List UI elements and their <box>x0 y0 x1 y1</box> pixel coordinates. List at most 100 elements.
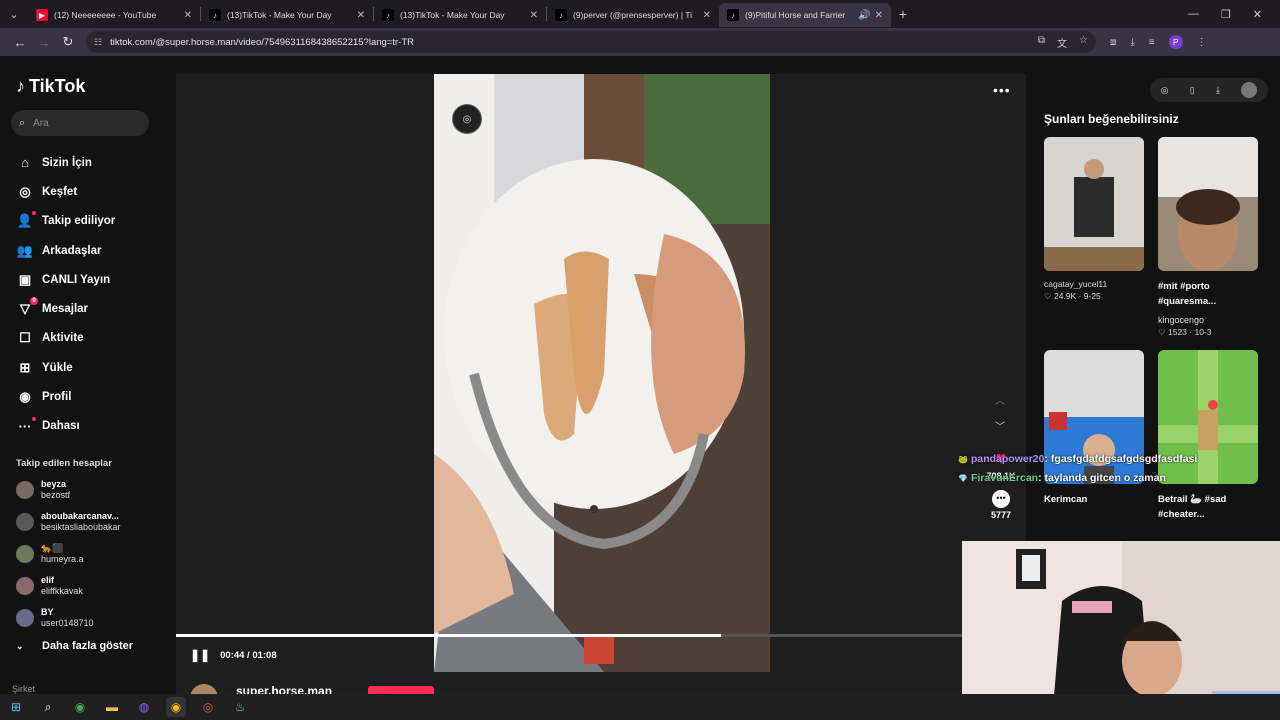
phone-icon[interactable]: ▯ <box>1190 85 1195 96</box>
close-icon[interactable]: ✕ <box>357 10 365 21</box>
following-item[interactable]: aboubakarcanav... besiktasliaboubakar <box>16 506 161 538</box>
author-name[interactable]: super.horse.man <box>236 684 332 694</box>
more-options-icon[interactable]: ••• <box>993 82 1011 98</box>
close-icon[interactable]: ✕ <box>530 10 538 21</box>
tab-title: (9)Pitiful Horse and Farrier <box>745 10 846 20</box>
close-icon[interactable]: ✕ <box>703 10 711 21</box>
recommended-video-card[interactable]: cagatay_yucel11 ♡ 24.9K · 9-25 <box>1044 137 1144 302</box>
account-name: beyza <box>41 479 67 489</box>
company-link[interactable]: Şirket <box>12 684 35 694</box>
chat-text: fgasfgdafdgsafgdsgdfasdfasi <box>1050 453 1198 465</box>
download-icon[interactable]: ⤓ <box>1130 37 1134 48</box>
tab-title: (13)TikTok - Make Your Day <box>227 10 332 20</box>
sidebar-item-upload[interactable]: ⊞ Yükle <box>16 353 161 382</box>
forward-icon[interactable]: → <box>32 35 56 50</box>
new-tab-button[interactable]: + <box>891 6 915 22</box>
nav-label: Arkadaşlar <box>42 244 102 257</box>
comment-button[interactable]: ••• 5777 <box>984 490 1018 520</box>
close-icon[interactable]: ✕ <box>875 10 883 21</box>
search-icon[interactable]: ⌕ <box>38 697 58 717</box>
follow-button[interactable] <box>368 686 435 694</box>
chat-username: pandapower20 <box>970 453 1045 465</box>
following-list: beyza bezostf aboubakarcanav... besiktasli… <box>16 474 161 634</box>
account-name: BY <box>41 607 54 617</box>
pause-icon[interactable]: ❚❚ <box>190 648 210 662</box>
file-explorer-icon[interactable]: ▬ <box>102 697 122 717</box>
avatar <box>16 545 34 563</box>
browser-tab[interactable]: ♪ (13)TikTok - Make Your Day ✕ <box>374 3 546 27</box>
bookmark-star-icon[interactable]: ☆ <box>1079 35 1088 50</box>
cast-icon[interactable]: ⧉ <box>1038 35 1045 50</box>
restore-icon[interactable]: ❐ <box>1221 8 1231 21</box>
video-progress-bar[interactable] <box>176 634 966 637</box>
chrome-active-icon[interactable]: ◉ <box>166 697 186 717</box>
show-more-button[interactable]: ⌄ Daha fazla göster <box>16 640 133 652</box>
emote-icon: 🐸 <box>958 455 968 464</box>
back-icon[interactable]: ← <box>8 35 32 50</box>
sidebar-item-messages[interactable]: ▽ 9 Mesajlar <box>16 294 161 323</box>
discord-icon[interactable]: ◍ <box>134 697 154 717</box>
tab-title: (9)perver (@prensesperver) | Ti <box>573 10 693 20</box>
sidebar-item-profile[interactable]: ◉ Profil <box>16 382 161 411</box>
download-icon[interactable]: ⤓ <box>1216 85 1220 96</box>
following-item[interactable]: elif eliffkkavak <box>16 570 161 602</box>
more-icon: ··· <box>16 416 36 434</box>
sidebar-item-following[interactable]: 👤 Takip ediliyor <box>16 207 161 236</box>
account-name: elif <box>41 575 55 585</box>
following-accounts-title: Takip edilen hesaplar <box>16 458 112 469</box>
recommended-video-card[interactable]: Betrail 🦢 #sad #cheater... <box>1158 350 1258 522</box>
browser-tab[interactable]: ♪ (13)TikTok - Make Your Day ✕ <box>201 3 373 27</box>
video-content[interactable] <box>434 74 770 672</box>
minimize-icon[interactable]: — <box>1188 8 1199 21</box>
steam-icon[interactable]: ♨ <box>230 697 250 717</box>
author-avatar[interactable] <box>190 684 218 694</box>
user-avatar[interactable] <box>1241 82 1258 98</box>
recommended-video-card[interactable]: #mit #porto #quaresma... kingocengo ♡ 15… <box>1158 137 1258 338</box>
account-name: aboubakarcanav... <box>41 511 119 521</box>
card-stats: ♡ 1523 · 10-3 <box>1158 327 1212 337</box>
profile-avatar[interactable]: P <box>1168 35 1183 49</box>
card-caption: Kerimcan <box>1044 494 1088 505</box>
activity-icon: ☐ <box>19 330 31 346</box>
sidebar-item-for-you[interactable]: ⌂ Sizin İçin <box>16 148 161 177</box>
site-info-icon[interactable]: ☷ <box>94 37 102 48</box>
compass-icon[interactable]: ◎ <box>1161 85 1169 96</box>
windows-taskbar: ⊞ ⌕ ◉ ▬ ◍ ◉ ◎ ♨ <box>0 694 1280 720</box>
following-item[interactable]: beyza bezostf <box>16 474 161 506</box>
reload-icon[interactable]: ↻ <box>56 34 80 50</box>
tiktok-icon: ♪ <box>209 9 221 21</box>
browser-tab[interactable]: ▶ (12) Neeeeeeee - YouTube ✕ <box>28 3 200 27</box>
extensions-icon[interactable]: ⧈ <box>1110 37 1116 48</box>
speaker-icon[interactable]: 🔊 <box>858 10 870 21</box>
following-item[interactable]: BY user0148710 <box>16 602 161 634</box>
sidebar-item-more[interactable]: ··· Dahası <box>16 412 161 441</box>
sidebar-item-explore[interactable]: ◎ Keşfet <box>16 177 161 206</box>
media-icon[interactable]: ≡ <box>1149 37 1155 48</box>
sidebar-item-activity[interactable]: ☐ Aktivite <box>16 324 161 353</box>
close-window-icon[interactable]: ✕ <box>1253 8 1262 21</box>
chevron-up-icon[interactable]: ︿ <box>995 392 1005 407</box>
obs-icon[interactable]: ◎ <box>198 697 218 717</box>
browser-tab-active[interactable]: ♪ (9)Pitiful Horse and Farrier 🔊 ✕ <box>719 3 891 27</box>
nav-label: Profil <box>42 391 72 404</box>
translate-icon[interactable]: 文 <box>1057 35 1067 50</box>
thumbnail-image <box>1158 137 1258 271</box>
video-time: 00:44 / 01:08 <box>220 649 277 661</box>
upload-icon: ⊞ <box>19 359 31 375</box>
browser-menu-icon[interactable]: ⋮ <box>1197 37 1207 48</box>
search-input[interactable]: ⌕ Ara <box>11 110 149 136</box>
sidebar-item-live[interactable]: ▣ CANLI Yayın <box>16 265 161 294</box>
windows-start-icon[interactable]: ⊞ <box>6 697 26 717</box>
message-badge: 9 <box>30 297 38 306</box>
close-icon[interactable]: ✕ <box>184 10 192 21</box>
nav-label: Sizin İçin <box>42 156 92 169</box>
address-bar[interactable]: ☷ tiktok.com/@super.horse.man/video/7549… <box>86 31 1096 53</box>
chrome-icon[interactable]: ◉ <box>70 697 90 717</box>
sidebar-nav: ⌂ Sizin İçin ◎ Keşfet 👤 Takip ediliyor 👥 Ark… <box>16 148 161 441</box>
browser-tab[interactable]: ♪ (9)perver (@prensesperver) | Ti ✕ <box>547 3 719 27</box>
tiktok-logo[interactable]: ♪ TikTok <box>16 76 85 97</box>
chevron-down-icon[interactable]: ﹀ <box>995 418 1005 433</box>
following-item[interactable]: 🐆⬛ humeyra.a <box>16 538 161 570</box>
sidebar-item-friends[interactable]: 👥 Arkadaşlar <box>16 236 161 265</box>
tab-search-icon[interactable]: ⌄ <box>0 0 28 28</box>
